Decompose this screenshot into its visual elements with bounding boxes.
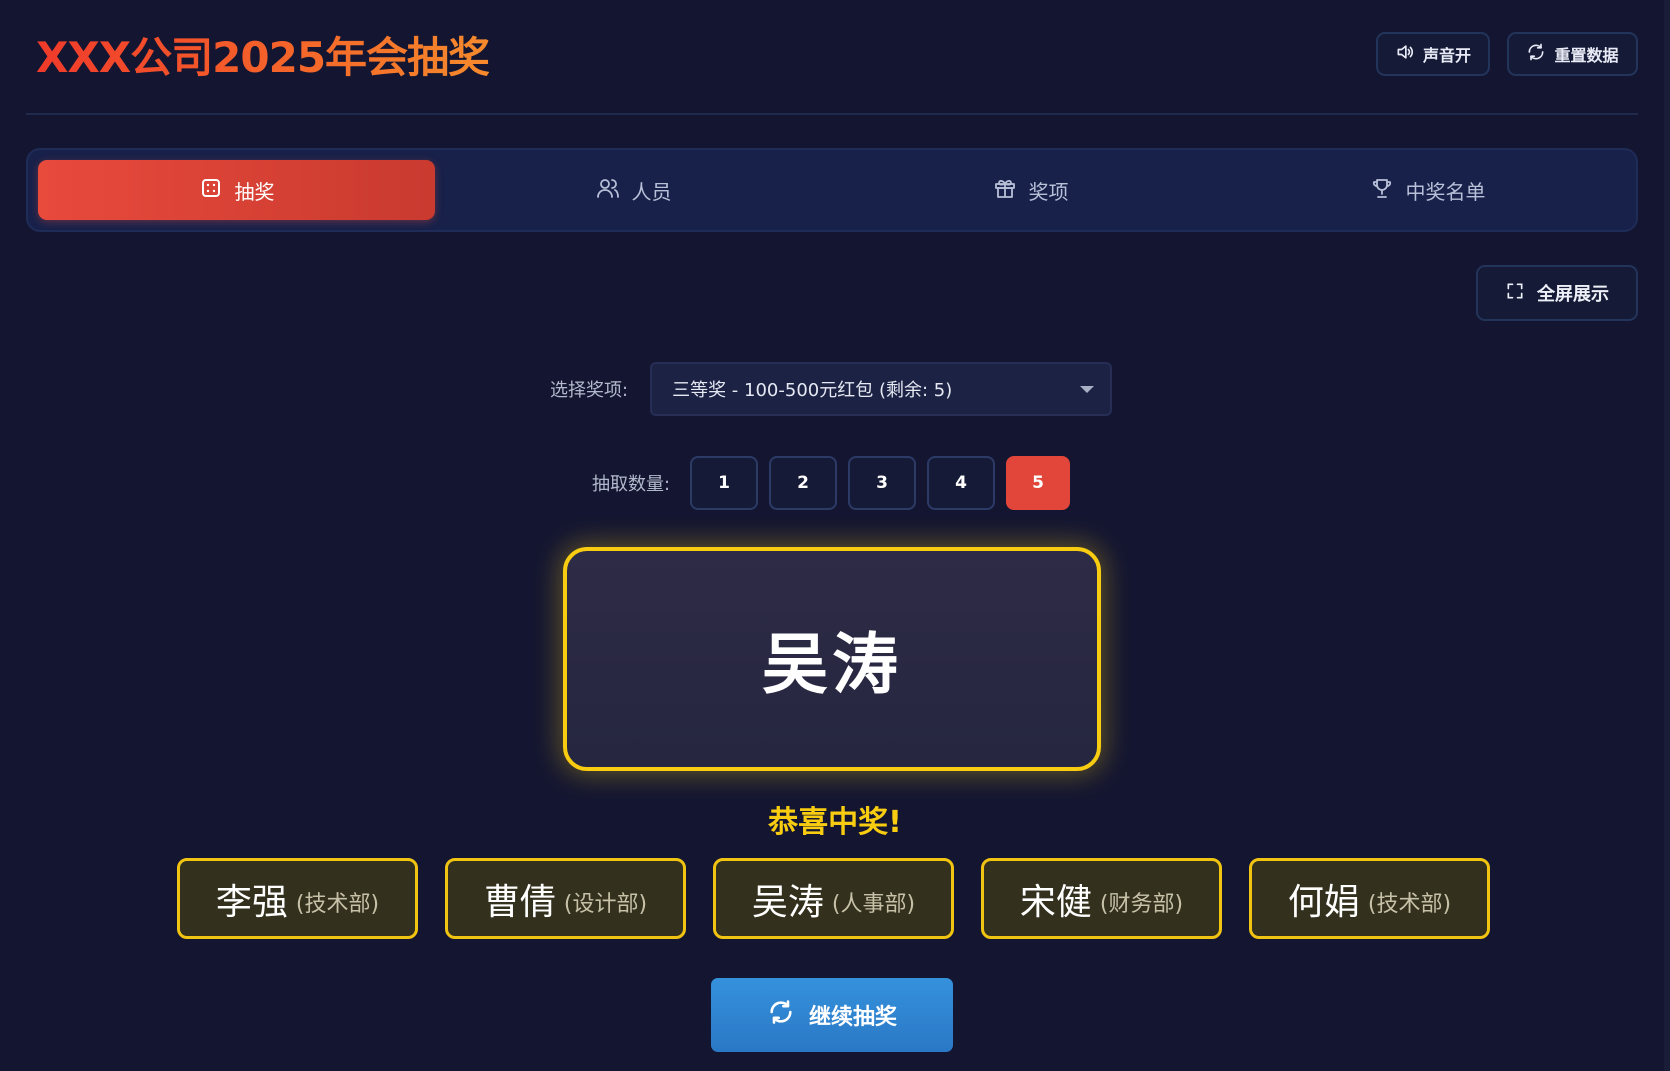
- count-button-5[interactable]: 5: [1006, 456, 1071, 510]
- prize-select-value: 三等奖 - 100-500元红包 (剩余: 5): [672, 380, 953, 401]
- winner-dept: (技术部): [295, 891, 380, 917]
- winner-card: 李强 (技术部): [177, 858, 418, 939]
- expand-icon: [1505, 281, 1525, 306]
- winner-list: 李强 (技术部) 曹倩 (设计部) 吴涛 (人事部) 宋健 (财务部) 何娟 (…: [177, 858, 1490, 939]
- congrats-text: 恭喜中奖!: [768, 805, 902, 840]
- speaker-icon: [1395, 42, 1415, 66]
- winner-card: 何娟 (技术部): [1249, 858, 1490, 939]
- current-name: 吴涛: [762, 626, 902, 703]
- tab-label: 人员: [631, 179, 672, 204]
- page-title: XXX公司2025年会抽奖: [36, 28, 490, 88]
- tab-prizes[interactable]: 奖项: [832, 160, 1229, 220]
- winner-name: 宋健: [1019, 881, 1092, 923]
- reset-data-button[interactable]: 重置数据: [1507, 32, 1638, 76]
- sound-toggle-label: 声音开: [1422, 46, 1471, 65]
- count-select-row: 抽取数量: 1 2 3 4 5: [592, 456, 1071, 510]
- refresh-icon: [767, 998, 795, 1032]
- tab-label: 抽奖: [234, 179, 275, 204]
- chevron-down-icon: [1080, 385, 1095, 393]
- fullscreen-button[interactable]: 全屏展示: [1476, 265, 1638, 321]
- draw-display-box: 吴涛: [563, 547, 1101, 771]
- main-tabs: 抽奖 人员 奖项 中奖名单: [26, 148, 1638, 232]
- winner-dept: (人事部): [831, 891, 916, 917]
- count-buttons: 1 2 3 4 5: [690, 456, 1071, 510]
- winner-dept: (财务部): [1099, 891, 1184, 917]
- reset-data-label: 重置数据: [1554, 46, 1619, 65]
- tab-label: 中奖名单: [1405, 179, 1486, 204]
- continue-draw-label: 继续抽奖: [808, 1005, 897, 1030]
- winner-card: 宋健 (财务部): [981, 858, 1222, 939]
- count-select-label: 抽取数量:: [592, 474, 671, 495]
- winner-name: 李强: [215, 881, 288, 923]
- prize-select-label: 选择奖项:: [550, 380, 629, 401]
- sound-toggle-button[interactable]: 声音开: [1376, 32, 1490, 76]
- gift-icon: [993, 176, 1017, 205]
- tab-people[interactable]: 人员: [435, 160, 832, 220]
- count-button-4[interactable]: 4: [927, 456, 996, 510]
- prize-select[interactable]: 三等奖 - 100-500元红包 (剩余: 5): [650, 362, 1113, 416]
- winner-name: 曹倩: [483, 881, 556, 923]
- users-icon: [596, 176, 620, 205]
- winner-dept: (设计部): [563, 891, 648, 917]
- count-button-2[interactable]: 2: [769, 456, 838, 510]
- dice-icon: [199, 176, 223, 205]
- tab-draw[interactable]: 抽奖: [38, 160, 435, 220]
- winner-card: 吴涛 (人事部): [713, 858, 954, 939]
- count-button-3[interactable]: 3: [848, 456, 917, 510]
- count-button-1[interactable]: 1: [690, 456, 759, 510]
- header-divider: [26, 113, 1638, 115]
- refresh-icon: [1526, 42, 1546, 66]
- winner-dept: (技术部): [1367, 891, 1452, 917]
- scrollbar[interactable]: [1664, 0, 1670, 1071]
- trophy-icon: [1370, 176, 1394, 205]
- winner-card: 曹倩 (设计部): [445, 858, 686, 939]
- prize-select-row: 选择奖项: 三等奖 - 100-500元红包 (剩余: 5): [550, 362, 1113, 416]
- winner-name: 吴涛: [751, 881, 824, 923]
- tab-label: 奖项: [1028, 179, 1069, 204]
- winner-name: 何娟: [1287, 881, 1360, 923]
- continue-draw-button[interactable]: 继续抽奖: [711, 978, 953, 1052]
- lottery-app: XXX公司2025年会抽奖 声音开 重置数据 抽奖 人员 奖项 中奖名单 全屏展…: [0, 0, 1670, 1071]
- fullscreen-label: 全屏展示: [1537, 284, 1609, 305]
- tab-winners[interactable]: 中奖名单: [1229, 160, 1626, 220]
